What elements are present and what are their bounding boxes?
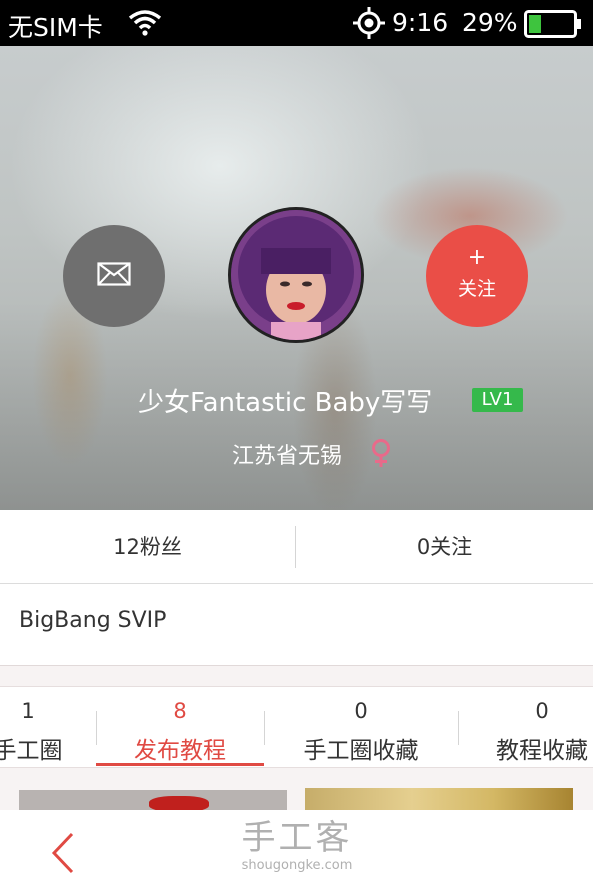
chevron-left-icon[interactable] bbox=[44, 828, 84, 878]
carrier-text: 无SIM卡 bbox=[8, 13, 103, 42]
tab-published-tutorials[interactable]: 8 发布教程 bbox=[96, 687, 264, 769]
tab-label: 教程收藏 bbox=[496, 738, 588, 764]
profile-header-background: + 关注 少女Fantastic Baby写写 LV1 江苏省无锡 bbox=[0, 46, 593, 510]
message-button[interactable] bbox=[63, 225, 165, 327]
fans-count[interactable]: 12粉丝 bbox=[0, 510, 295, 584]
status-bar: 无SIM卡 9:16 29% bbox=[0, 0, 593, 46]
vip-label: BigBang SVIP bbox=[19, 608, 167, 633]
wifi-icon bbox=[128, 8, 162, 40]
tab-count: 0 bbox=[535, 699, 549, 723]
watermark-en: shougongke.com bbox=[241, 858, 353, 873]
tutorial-grid bbox=[0, 768, 593, 812]
tab-circle-favorites[interactable]: 0 手工圈收藏 bbox=[264, 687, 458, 769]
tutorial-thumbnail[interactable] bbox=[305, 788, 573, 812]
avatar[interactable] bbox=[228, 207, 364, 343]
follow-button[interactable]: + 关注 bbox=[426, 225, 528, 327]
battery-icon bbox=[524, 10, 582, 42]
tab-label: 手工圈收藏 bbox=[303, 738, 419, 764]
active-tab-indicator bbox=[96, 763, 264, 766]
following-count[interactable]: 0关注 bbox=[296, 510, 593, 584]
battery-percent: 29% bbox=[462, 8, 518, 37]
plus-icon: + bbox=[467, 245, 487, 270]
username: 少女Fantastic Baby写写 bbox=[138, 388, 433, 418]
tab-handcraft-circle[interactable]: 1 手工圈 bbox=[0, 687, 96, 769]
bottom-bar: 手工客 shougongke.com bbox=[0, 810, 593, 890]
tab-count: 8 bbox=[173, 699, 187, 723]
mail-icon bbox=[97, 262, 131, 290]
user-location: 江苏省无锡 bbox=[232, 444, 343, 469]
tab-tutorial-favorites[interactable]: 0 教程收藏 bbox=[458, 687, 593, 769]
tab-count: 0 bbox=[354, 699, 368, 723]
tab-count: 1 bbox=[21, 699, 35, 723]
tab-label: 发布教程 bbox=[134, 738, 226, 764]
vip-row: BigBang SVIP bbox=[0, 584, 593, 666]
female-icon bbox=[370, 438, 392, 472]
follow-label: 关注 bbox=[457, 278, 496, 300]
clock-time: 9:16 bbox=[392, 8, 449, 37]
watermark: 手工客 shougongke.com bbox=[227, 818, 367, 874]
tab-label: 手工圈 bbox=[0, 738, 63, 764]
content-tabs: 1 手工圈 8 发布教程 0 手工圈收藏 0 教程收藏 bbox=[0, 686, 593, 768]
level-badge: LV1 bbox=[472, 388, 523, 412]
watermark-cn: 手工客 bbox=[241, 818, 353, 858]
tutorial-thumbnail[interactable] bbox=[19, 790, 287, 812]
follow-stats: 12粉丝 0关注 bbox=[0, 510, 593, 584]
location-target-icon bbox=[352, 6, 386, 44]
